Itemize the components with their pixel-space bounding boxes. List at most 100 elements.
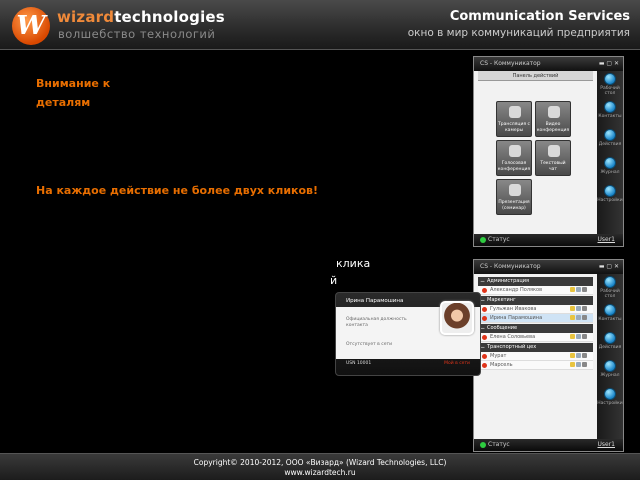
contact-row[interactable]: Александр Поляков [478, 286, 593, 295]
camera-icon [509, 106, 521, 118]
notice-heading: Внимание к деталям [36, 77, 111, 109]
contact-group[interactable]: Маркетинг [478, 296, 593, 305]
sidebar-item-settings[interactable]: Настройки [597, 386, 623, 414]
header-bar: W wizardtechnologies волшебство технолог… [0, 0, 640, 50]
status-label[interactable]: Статус [488, 441, 510, 448]
tile-presentation[interactable]: Презентация (семинар) [496, 179, 532, 215]
contact-group[interactable]: Сообщение [478, 324, 593, 333]
contact-group[interactable]: Администрация [478, 277, 593, 286]
contact-actions-icon[interactable] [569, 362, 591, 368]
sidebar-label: Контакты [598, 317, 622, 322]
contacts-icon [604, 304, 616, 316]
contact-list: Администрация Александр Поляков Маркетин… [478, 276, 593, 370]
rule-heading: На каждое действие не более двух кликов! [36, 184, 319, 197]
text-fragment: клика [336, 257, 371, 270]
card-status: Отсутствует в сети [346, 342, 393, 347]
window-controls-icon[interactable]: ▬ ▢ ✕ [599, 260, 619, 274]
sidebar-label: Журнал [600, 170, 620, 175]
sidebar-item-journal[interactable]: Журнал [597, 155, 623, 183]
sidebar-item-desktop[interactable]: Рабочий стол [597, 274, 623, 302]
contacts-icon [604, 101, 616, 113]
brand-part2: technologies [114, 8, 225, 26]
contact-actions-icon[interactable] [569, 315, 591, 321]
sidebar-item-desktop[interactable]: Рабочий стол [597, 71, 623, 99]
sidebar-label: Действия [598, 345, 622, 350]
sidebar-label: Настройки [597, 401, 623, 406]
status-label[interactable]: Статус [488, 236, 510, 243]
tile-label: Голосовая конференция [497, 161, 531, 172]
sidebar-item-settings[interactable]: Настройки [597, 183, 623, 211]
contact-row[interactable]: Марсель [478, 361, 593, 370]
sidebar-item-journal[interactable]: Журнал [597, 358, 623, 386]
contact-card: Ирина Парамошина Официальная должность к… [335, 292, 481, 376]
window-title: CS - Коммуникатор [480, 263, 541, 270]
user-link[interactable]: User1 [598, 234, 616, 246]
tile-camera[interactable]: Трансляция с камеры [496, 101, 532, 137]
window-controls-icon[interactable]: ▬ ▢ ✕ [599, 57, 619, 71]
sidebar-item-contacts[interactable]: Контакты [597, 99, 623, 127]
window-titlebar: CS - Коммуникатор ▬ ▢ ✕ [474, 260, 623, 274]
contact-name: Елена Соловьева [490, 334, 536, 340]
contact-name: Марсель [490, 362, 513, 368]
tile-label: Видео конференция [536, 122, 570, 133]
website-link[interactable]: www.wizardtech.ru [0, 468, 640, 478]
product-title: Communication Services [449, 9, 630, 24]
window-sidebar: Рабочий стол Контакты Действия Журнал На… [597, 71, 623, 234]
contact-actions-icon[interactable] [569, 334, 591, 340]
online-status-icon [480, 236, 486, 243]
window-statusbar: Статус User1 [474, 439, 623, 451]
window-statusbar: Статус User1 [474, 234, 623, 246]
user-link[interactable]: User1 [598, 439, 616, 451]
sidebar-label: Контакты [598, 114, 622, 119]
contact-actions-icon[interactable] [569, 287, 591, 293]
monitor-icon [509, 184, 521, 196]
contact-group[interactable]: Транспортный цех [478, 343, 593, 352]
communicator-window-actions: CS - Коммуникатор ▬ ▢ ✕ Панель действий … [473, 56, 624, 247]
actions-icon [604, 129, 616, 141]
online-status-icon [480, 441, 486, 448]
headset-icon [509, 145, 521, 157]
brand-part1: wizard [57, 8, 115, 26]
contact-name: Александр Поляков [490, 287, 543, 293]
journal-icon [604, 360, 616, 372]
avatar [440, 301, 474, 335]
tile-video-conference[interactable]: Видео конференция [535, 101, 571, 137]
window-titlebar: CS - Коммуникатор ▬ ▢ ✕ [474, 57, 623, 71]
window-sidebar: Рабочий стол Контакты Действия Журнал На… [597, 274, 623, 439]
logo-icon: W [12, 7, 50, 45]
tile-text-chat[interactable]: Текстовый чат [535, 140, 571, 176]
contact-actions-icon[interactable] [569, 306, 591, 312]
tile-voice-conference[interactable]: Голосовая конференция [496, 140, 532, 176]
card-job-title: Официальная должность контакта [346, 317, 407, 328]
panel-title: Панель действий [478, 71, 593, 81]
contact-row[interactable]: Гульжан Ивакова [478, 305, 593, 314]
card-extension: USN 10001 [346, 361, 372, 366]
desktop-icon [604, 276, 616, 288]
contact-row[interactable]: Елена Соловьева [478, 333, 593, 342]
card-status-link[interactable]: Мой в сети [444, 361, 470, 366]
product-subtitle: окно в мир коммуникаций предприятия [407, 27, 630, 39]
contact-row-selected[interactable]: Ирина Парамошина [478, 314, 593, 323]
sidebar-item-contacts[interactable]: Контакты [597, 302, 623, 330]
sidebar-label: Рабочий стол [600, 289, 620, 299]
sidebar-label: Действия [598, 142, 622, 147]
brand-name: wizardtechnologies [57, 8, 225, 26]
contact-row[interactable]: Мурат [478, 352, 593, 361]
sidebar-item-actions[interactable]: Действия [597, 127, 623, 155]
brand-tagline: волшебство технологий [58, 27, 216, 41]
footer-bar: Copyright© 2010-2012, ООО «Визард» (Wiza… [0, 453, 640, 480]
chat-people-icon [548, 145, 560, 157]
text-fragment-2: й [330, 274, 338, 287]
settings-icon [604, 388, 616, 400]
communicator-window-contacts: CS - Коммуникатор ▬ ▢ ✕ Администрация Ал… [473, 259, 624, 452]
actions-icon [604, 332, 616, 344]
people-icon [548, 106, 560, 118]
copyright-text: Copyright© 2010-2012, ООО «Визард» (Wiza… [193, 458, 447, 467]
window-title: CS - Коммуникатор [480, 60, 541, 67]
contact-actions-icon[interactable] [569, 353, 591, 359]
sidebar-label: Журнал [600, 373, 620, 378]
sidebar-label: Рабочий стол [600, 86, 620, 96]
tile-label: Презентация (семинар) [498, 200, 530, 211]
sidebar-item-actions[interactable]: Действия [597, 330, 623, 358]
contact-name: Гульжан Ивакова [490, 306, 537, 312]
